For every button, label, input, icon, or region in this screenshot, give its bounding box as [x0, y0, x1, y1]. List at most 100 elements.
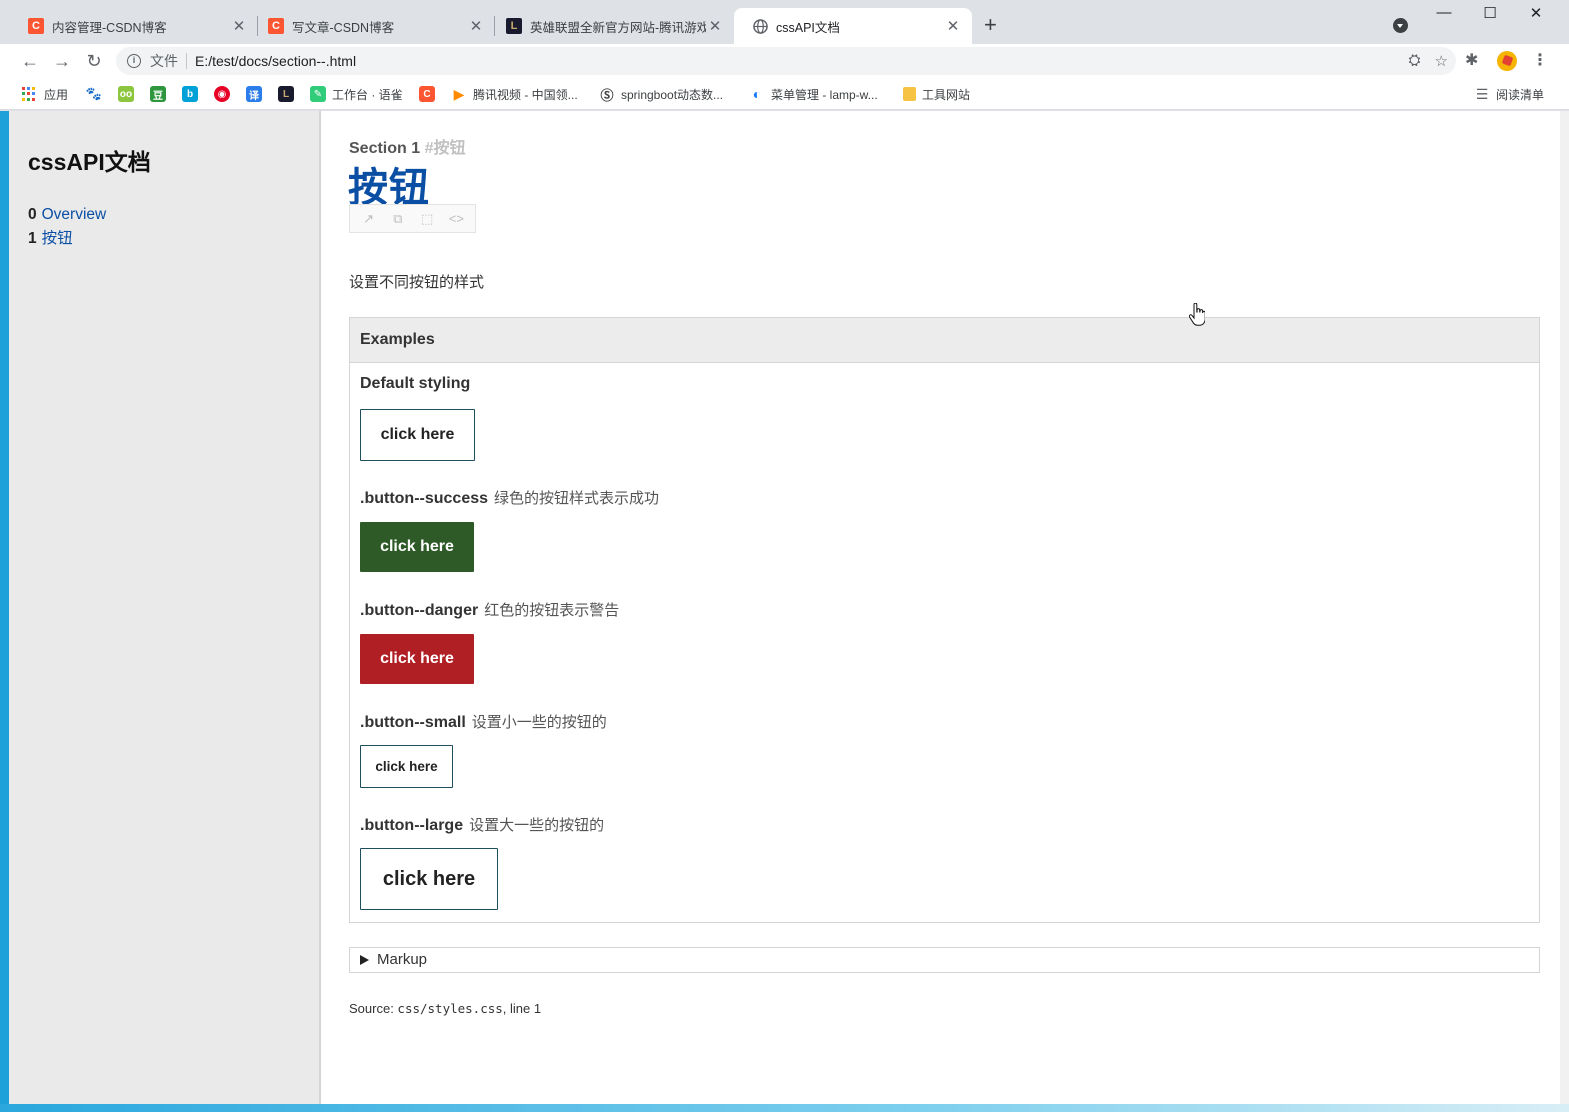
- tab-lol[interactable]: L 英雄联盟全新官方网站-腾讯游戏 ✕: [488, 8, 734, 44]
- tab-csdn-manage[interactable]: C 内容管理-CSDN博客 ✕: [10, 8, 258, 44]
- new-window-icon[interactable]: ⧉: [387, 211, 409, 227]
- example-modifier: .button--large: [360, 817, 464, 834]
- section-toolbar: ↗ ⧉ ⬚ <>: [349, 204, 476, 233]
- iqiyi-icon: oo: [118, 86, 134, 102]
- source-suffix: , line 1: [502, 1001, 542, 1016]
- bookmark-label: 应用: [44, 87, 69, 102]
- tab-cssapi[interactable]: cssAPI文档 ✕: [734, 8, 972, 44]
- info-icon[interactable]: i: [127, 54, 141, 68]
- bookmarks-bar: 应用 🐾 oo 豆 b ◉ 译 L ✎ 工作台 · 语雀 C ▶ 腾讯视频 - 中国…: [0, 78, 1569, 110]
- bookmark-yuque[interactable]: ✎ 工作台 · 语雀: [310, 85, 403, 103]
- tab-csdn-write[interactable]: C 写文章-CSDN博客 ✕: [250, 8, 495, 44]
- extension-avatar-icon[interactable]: [1497, 51, 1517, 71]
- example-default-label: Default styling: [360, 375, 470, 393]
- close-icon[interactable]: ✕: [230, 17, 248, 35]
- csdn-favicon-icon: C: [268, 18, 284, 34]
- bookmark-douban[interactable]: 豆: [150, 85, 172, 103]
- bookmark-netease[interactable]: ◉: [214, 85, 236, 103]
- toc-item-buttons: 1 按钮: [28, 227, 106, 251]
- bookmark-label: springboot动态数...: [621, 87, 724, 102]
- success-button[interactable]: click here: [360, 522, 474, 572]
- browser-window: C 内容管理-CSDN博客 ✕ C 写文章-CSDN博客 ✕ L 英雄联盟全新官…: [0, 0, 1569, 1112]
- toc: 0 Overview 1 按钮: [28, 203, 106, 251]
- close-window-button[interactable]: ✕: [1513, 4, 1559, 22]
- bookmark-lol[interactable]: L: [278, 85, 300, 103]
- forward-arrow-icon[interactable]: →: [50, 49, 74, 73]
- bookmark-label: 工作台 · 语雀: [332, 87, 403, 102]
- address-actions: ⛭ ☆: [1409, 52, 1448, 70]
- bookmark-translate[interactable]: 译: [246, 85, 268, 103]
- bookmark-star-icon[interactable]: ☆: [1435, 52, 1448, 70]
- source-prefix: Source:: [349, 1001, 398, 1016]
- hand-cursor-icon: [1189, 303, 1205, 326]
- toc-number: 0: [28, 206, 37, 223]
- example-modifier: .button--success: [360, 490, 489, 507]
- desktop-taskbar-edge: [0, 1104, 1569, 1112]
- bookmark-bilibili[interactable]: b: [182, 85, 204, 103]
- default-button[interactable]: click here: [360, 409, 475, 461]
- bookmark-baidu[interactable]: 🐾: [86, 85, 108, 103]
- apps-grid-icon: [22, 87, 36, 101]
- small-button[interactable]: click here: [360, 745, 453, 788]
- bookmark-folder-tools[interactable]: 工具网站: [903, 85, 970, 103]
- code-icon[interactable]: <>: [445, 211, 467, 226]
- menu-kebab-icon[interactable]: ⋮: [1532, 50, 1548, 70]
- example-success-label: .button--success 绿色的按钮样式表示成功: [360, 487, 659, 508]
- bookmark-apps[interactable]: 应用: [22, 85, 68, 103]
- source-file: css/styles.css: [397, 1001, 503, 1016]
- address-divider: [186, 53, 187, 69]
- bookmark-csdn[interactable]: C: [419, 85, 441, 103]
- bookmark-lamp[interactable]: ◐ 菜单管理 - lamp-w...: [749, 85, 878, 103]
- danger-button[interactable]: click here: [360, 634, 474, 684]
- address-bar[interactable]: i 文件 E:/test/docs/section--.html ⛭ ☆: [116, 47, 1456, 75]
- tencent-video-icon: ▶: [453, 85, 465, 102]
- reload-icon[interactable]: ↻: [82, 49, 106, 73]
- outline-icon[interactable]: ⬚: [416, 211, 438, 227]
- bookmark-iqiyi[interactable]: oo: [118, 85, 140, 103]
- bookmark-springboot[interactable]: Ⓢspringboot动态数...: [599, 85, 723, 103]
- netease-music-icon: ◉: [214, 86, 230, 102]
- reading-list-icon: ☰: [1475, 85, 1489, 102]
- toolbar: ← → ↻ i 文件 E:/test/docs/section--.html ⛭…: [0, 44, 1569, 78]
- url-text[interactable]: E:/test/docs/section--.html: [195, 53, 356, 69]
- sidebar-title: cssAPI文档: [28, 149, 151, 175]
- close-icon[interactable]: ✕: [944, 17, 962, 35]
- baidu-paw-icon: 🐾: [85, 86, 103, 101]
- tab-title: 内容管理-CSDN博客: [52, 20, 167, 35]
- toc-link-overview[interactable]: Overview: [42, 206, 107, 223]
- example-note: 设置小一些的按钮的: [471, 714, 607, 731]
- tab-title: 写文章-CSDN博客: [292, 20, 395, 35]
- tab-title: cssAPI文档: [776, 20, 840, 35]
- example-modifier: .button--small: [360, 714, 466, 731]
- bookmark-label: 工具网站: [922, 87, 971, 102]
- minimize-button[interactable]: —: [1421, 4, 1467, 21]
- maximize-button[interactable]: ☐: [1467, 4, 1513, 22]
- page-viewport: cssAPI文档 0 Overview 1 按钮 Section 1 #按钮 按钮 …: [0, 111, 1569, 1112]
- bilibili-icon: b: [182, 86, 198, 102]
- example-danger-label: .button--danger 红色的按钮表示警告: [360, 599, 619, 620]
- fullscreen-icon[interactable]: ↗: [358, 211, 380, 227]
- extensions-puzzle-icon[interactable]: ✱: [1465, 50, 1478, 70]
- reading-list[interactable]: ☰ 阅读清单: [1474, 85, 1544, 103]
- large-button[interactable]: click here: [360, 848, 498, 910]
- section-anchor-link[interactable]: #按钮: [425, 140, 466, 157]
- example-modifier: Default styling: [360, 375, 471, 392]
- translate-icon[interactable]: ⛭: [1409, 52, 1421, 70]
- tab-title: 英雄联盟全新官方网站-腾讯游戏: [530, 20, 706, 35]
- bookmark-label: 腾讯视频 - 中国领...: [473, 87, 578, 102]
- tab-search-icon[interactable]: [1393, 18, 1408, 33]
- folder-icon: [903, 87, 916, 101]
- close-icon[interactable]: ✕: [706, 17, 724, 35]
- yuque-icon: ✎: [310, 86, 326, 102]
- markup-disclosure[interactable]: Markup: [349, 947, 1540, 973]
- examples-header: Examples: [350, 318, 1539, 363]
- new-tab-button[interactable]: +: [984, 14, 997, 36]
- back-arrow-icon[interactable]: ←: [18, 49, 42, 73]
- toc-item-overview: 0 Overview: [28, 203, 106, 227]
- bookmark-tencent-video[interactable]: ▶ 腾讯视频 - 中国领...: [451, 85, 578, 103]
- page-right-edge: [1560, 111, 1569, 1104]
- csdn-icon: C: [419, 86, 435, 102]
- lamp-icon: ◐: [752, 86, 762, 102]
- toc-link-buttons[interactable]: 按钮: [42, 230, 73, 247]
- close-icon[interactable]: ✕: [467, 17, 485, 35]
